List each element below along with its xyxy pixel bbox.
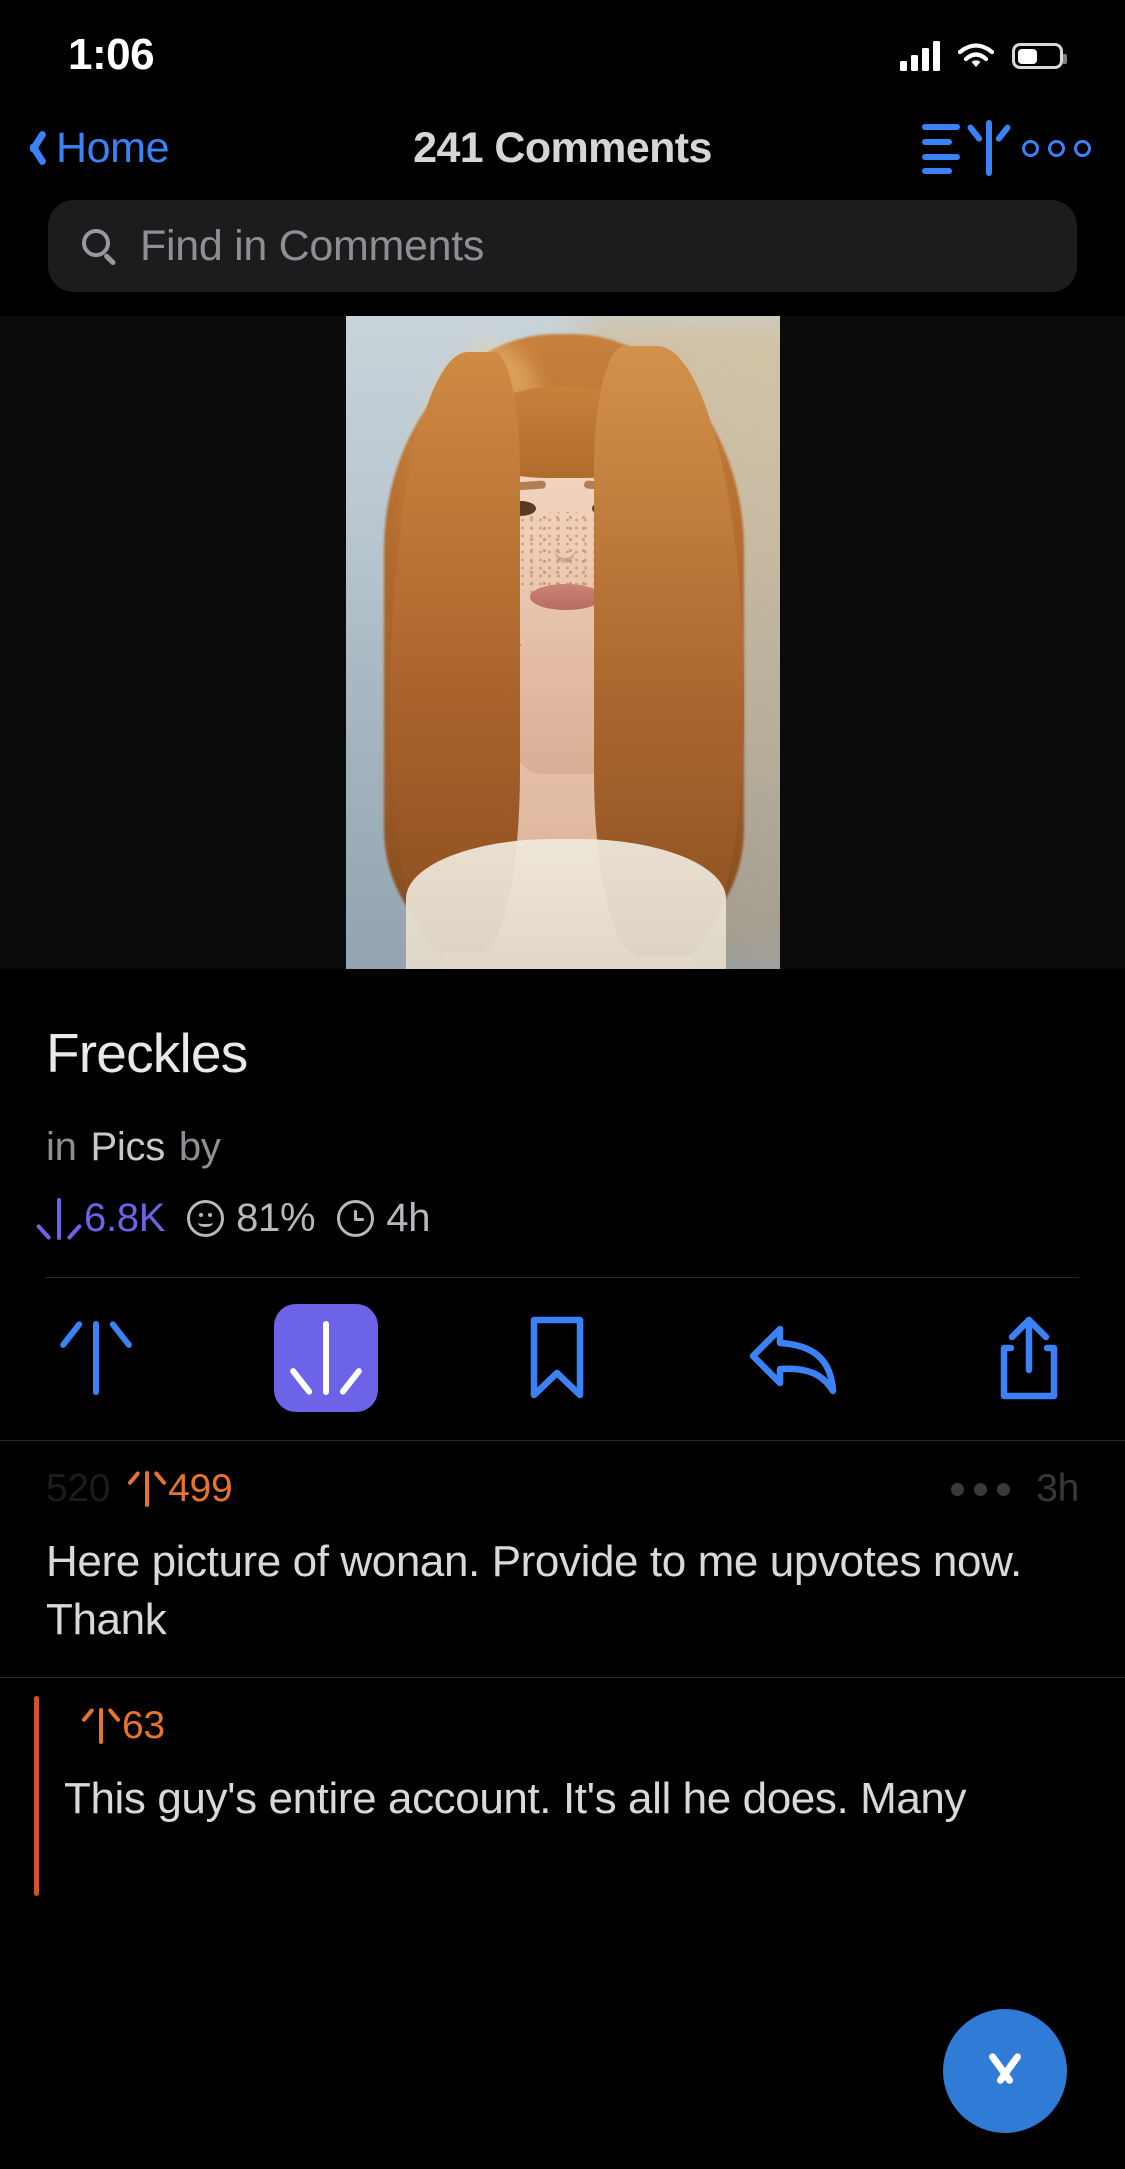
- signal-bars-icon: [900, 41, 940, 71]
- status-bar: 1:06: [0, 0, 1125, 104]
- comment-item[interactable]: 63 This guy's entire account. It's all h…: [0, 1677, 1125, 1897]
- post-by-label: by: [178, 1125, 221, 1169]
- search-input[interactable]: Find in Comments: [48, 200, 1077, 292]
- arrow-down-icon: [289, 1321, 364, 1396]
- post-info: Freckles in Pics by 6.8K 81% 4h: [0, 969, 1125, 1278]
- save-button[interactable]: [499, 1304, 615, 1412]
- post-score-value: 6.8K: [84, 1196, 166, 1240]
- comment-author[interactable]: 520: [46, 1467, 110, 1511]
- comment-age: 3h: [1036, 1467, 1079, 1510]
- app-screen: 1:06 Home 241 Comments Find in Comments …: [0, 0, 1125, 2169]
- comment-score-value: 499: [168, 1467, 233, 1510]
- back-button[interactable]: Home: [24, 123, 170, 173]
- wifi-icon: [957, 43, 995, 67]
- post-subreddit[interactable]: Pics: [91, 1125, 166, 1170]
- clock-icon: [337, 1200, 375, 1237]
- search-icon: [82, 229, 117, 266]
- post-ratio-value: 81%: [236, 1196, 316, 1240]
- comment-header: 520 499 3h: [46, 1467, 1079, 1511]
- navigation-bar: Home 241 Comments: [0, 104, 1125, 192]
- post-in-label: in: [46, 1125, 77, 1169]
- post-score: 6.8K: [35, 1196, 166, 1241]
- reply-arrow-icon: [749, 1325, 836, 1395]
- search-container: Find in Comments: [0, 192, 1125, 316]
- post-image[interactable]: [345, 316, 780, 969]
- sort-ascending-icon[interactable]: [922, 120, 996, 176]
- arrow-down-icon: [35, 1197, 83, 1240]
- upvote-button[interactable]: [38, 1304, 154, 1412]
- post-action-bar: [0, 1278, 1125, 1440]
- share-button[interactable]: [971, 1304, 1087, 1412]
- status-time: 1:06: [68, 30, 155, 79]
- arrow-up-icon: [81, 1707, 121, 1745]
- comment-header: 63: [64, 1704, 1079, 1748]
- comment-meta: 3h: [951, 1467, 1079, 1511]
- post-age-value: 4h: [386, 1196, 431, 1240]
- comment-body: This guy's entire account. It's all he d…: [64, 1774, 967, 1824]
- post-subtitle: in Pics by: [46, 1085, 1079, 1170]
- arrow-up-icon: [58, 1320, 134, 1395]
- bookmark-icon: [530, 1316, 583, 1399]
- chevron-down-icon: [977, 2054, 1033, 2088]
- status-indicators: [900, 41, 1067, 71]
- comment-body: Here picture of wonan. Provide to me upv…: [46, 1537, 1022, 1645]
- smiley-icon: [187, 1200, 225, 1237]
- downvote-button[interactable]: [274, 1304, 379, 1412]
- arrow-up-icon: [127, 1470, 167, 1507]
- more-options-icon[interactable]: [1022, 139, 1091, 157]
- reply-button[interactable]: [735, 1304, 851, 1412]
- post-title: Freckles: [46, 1022, 248, 1084]
- post-media[interactable]: [0, 316, 1125, 969]
- nav-actions: [922, 120, 1091, 176]
- post-stats: 6.8K 81% 4h: [35, 1170, 1079, 1241]
- back-button-label: Home: [56, 123, 170, 172]
- share-icon: [1000, 1316, 1058, 1400]
- chevron-left-icon: [24, 128, 46, 168]
- thread-indicator: [34, 1696, 39, 1897]
- post-age: 4h: [337, 1196, 430, 1241]
- next-comment-button[interactable]: [943, 2009, 1067, 2133]
- more-options-icon[interactable]: [951, 1482, 1011, 1496]
- search-placeholder: Find in Comments: [140, 221, 485, 270]
- comment-item[interactable]: 520 499 3h Here picture of wonan. Provid…: [0, 1440, 1125, 1677]
- comment-score: 499: [127, 1467, 233, 1511]
- battery-icon: [1012, 43, 1067, 69]
- comment-score-value: 63: [122, 1704, 165, 1748]
- comment-score: 63: [81, 1704, 165, 1748]
- post-upvote-ratio: 81%: [187, 1196, 316, 1241]
